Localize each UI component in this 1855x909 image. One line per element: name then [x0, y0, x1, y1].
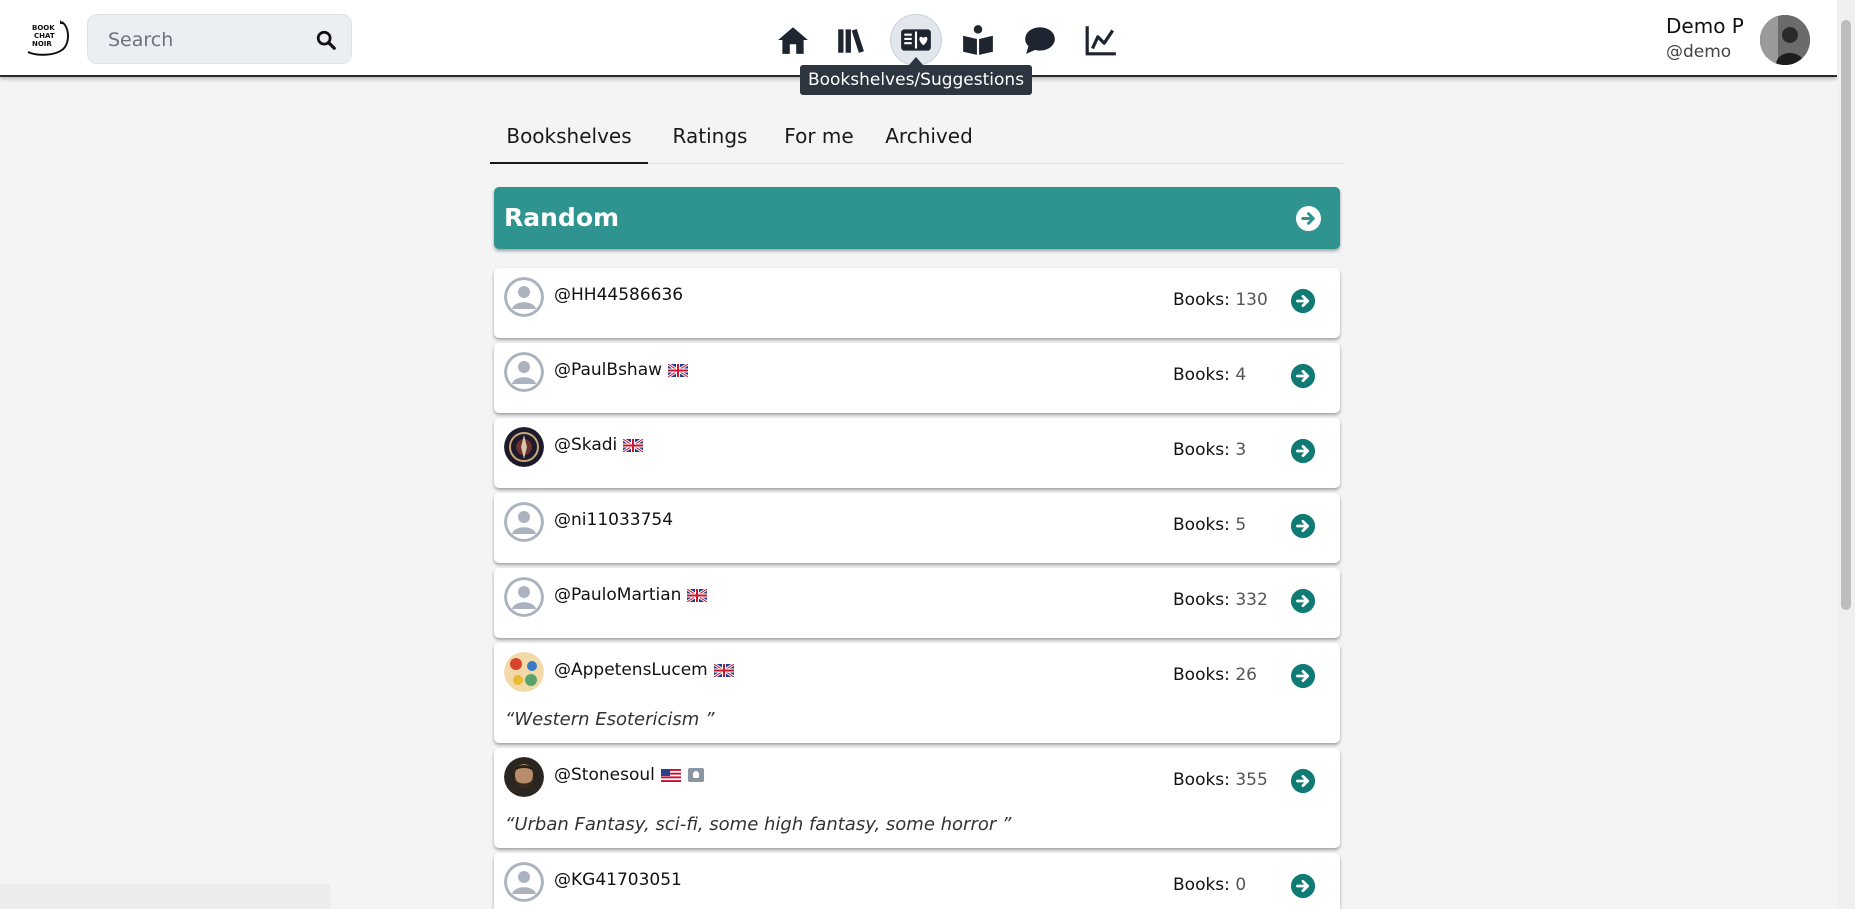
arrow-right-icon[interactable]	[1290, 288, 1316, 314]
user-display-name[interactable]: Demo P	[1666, 14, 1744, 38]
book-count: Books: 0	[1173, 875, 1247, 895]
book-count: Books: 130	[1173, 290, 1268, 310]
shelf-tabs: Bookshelves Ratings For me Archived	[490, 116, 1345, 164]
colorful-avatar	[504, 652, 544, 692]
logo-line-3: NOIR	[32, 40, 52, 48]
search-box	[87, 14, 352, 64]
logo-line-1: BOOK	[32, 24, 55, 32]
scrollbar-thumb[interactable]	[1841, 20, 1851, 610]
chat-icon[interactable]	[1014, 14, 1066, 66]
arrow-right-icon[interactable]	[1290, 513, 1316, 539]
book-chat-noir-logo[interactable]: BOOK CHAT NOIR	[24, 18, 72, 58]
arrow-right-icon[interactable]	[1290, 588, 1316, 614]
stats-icon[interactable]	[1075, 14, 1127, 66]
photo-avatar	[504, 757, 544, 797]
user-handle-link[interactable]: @AppetensLucem	[554, 660, 708, 680]
arrow-right-icon[interactable]	[1290, 768, 1316, 794]
reader-badge-icon	[687, 768, 704, 782]
reading-icon[interactable]	[952, 14, 1004, 66]
user-avatar[interactable]	[1760, 15, 1810, 65]
user-handle-link[interactable]: @KG41703051	[554, 870, 682, 890]
library-icon[interactable]	[826, 14, 878, 66]
uk-flag-icon	[687, 588, 708, 602]
user-handle-link[interactable]: @Stonesoul	[554, 765, 655, 785]
book-count: Books: 26	[1173, 665, 1257, 685]
arrow-right-icon[interactable]	[1295, 205, 1322, 232]
user-card[interactable]: @Skadi Books: 3	[494, 418, 1340, 488]
book-count: Books: 3	[1173, 440, 1247, 460]
logo-line-2: CHAT	[34, 32, 55, 40]
user-handle-link[interactable]: @Skadi	[554, 435, 617, 455]
nav-tooltip: Bookshelves/Suggestions	[800, 57, 1032, 95]
tab-bookshelves[interactable]: Bookshelves	[490, 116, 648, 164]
default-avatar-icon	[504, 502, 544, 542]
user-card[interactable]: @Stonesoul Books: 355 “Urban Fantasy, sc…	[494, 748, 1340, 848]
user-card[interactable]: @KG41703051 Books: 0	[494, 853, 1340, 909]
emblem-avatar	[504, 427, 544, 467]
book-count: Books: 355	[1173, 770, 1268, 790]
default-avatar-icon	[504, 277, 544, 317]
home-icon[interactable]	[767, 14, 819, 66]
arrow-right-icon[interactable]	[1290, 363, 1316, 389]
arrow-right-icon[interactable]	[1290, 663, 1316, 689]
user-bio: “Urban Fantasy, sci-fi, some high fantas…	[505, 814, 1012, 835]
user-handle-link[interactable]: @ni11033754	[554, 510, 673, 530]
search-input[interactable]	[108, 27, 308, 53]
us-flag-icon	[660, 768, 681, 782]
banner-title: Random	[504, 203, 620, 232]
tab-for-me[interactable]: For me	[770, 116, 868, 164]
uk-flag-icon	[713, 663, 734, 677]
random-banner[interactable]: Random	[494, 187, 1340, 249]
user-handle-link[interactable]: @HH44586636	[554, 285, 683, 305]
default-avatar-icon	[504, 862, 544, 902]
book-count: Books: 5	[1173, 515, 1247, 535]
default-avatar-icon	[504, 352, 544, 392]
book-count: Books: 4	[1173, 365, 1247, 385]
arrow-right-icon[interactable]	[1290, 873, 1316, 899]
user-handle: @demo	[1666, 42, 1732, 62]
bottom-status-overlay	[0, 884, 330, 909]
user-card[interactable]: @HH44586636 Books: 130	[494, 268, 1340, 338]
user-card[interactable]: @AppetensLucem Books: 26 “Western Esoter…	[494, 643, 1340, 743]
user-card[interactable]: @PauloMartian Books: 332	[494, 568, 1340, 638]
tab-archived[interactable]: Archived	[874, 116, 984, 164]
uk-flag-icon	[668, 363, 689, 377]
user-card[interactable]: @ni11033754 Books: 5	[494, 493, 1340, 563]
arrow-right-icon[interactable]	[1290, 438, 1316, 464]
user-handle-link[interactable]: @PaulBshaw	[554, 360, 662, 380]
user-handle-link[interactable]: @PauloMartian	[554, 585, 681, 605]
book-count: Books: 332	[1173, 590, 1268, 610]
uk-flag-icon	[623, 438, 644, 452]
tab-ratings[interactable]: Ratings	[656, 116, 764, 164]
default-avatar-icon	[504, 577, 544, 617]
search-icon[interactable]	[315, 29, 337, 51]
user-card[interactable]: @PaulBshaw Books: 4	[494, 343, 1340, 413]
user-bio: “Western Esotericism ”	[505, 709, 715, 730]
